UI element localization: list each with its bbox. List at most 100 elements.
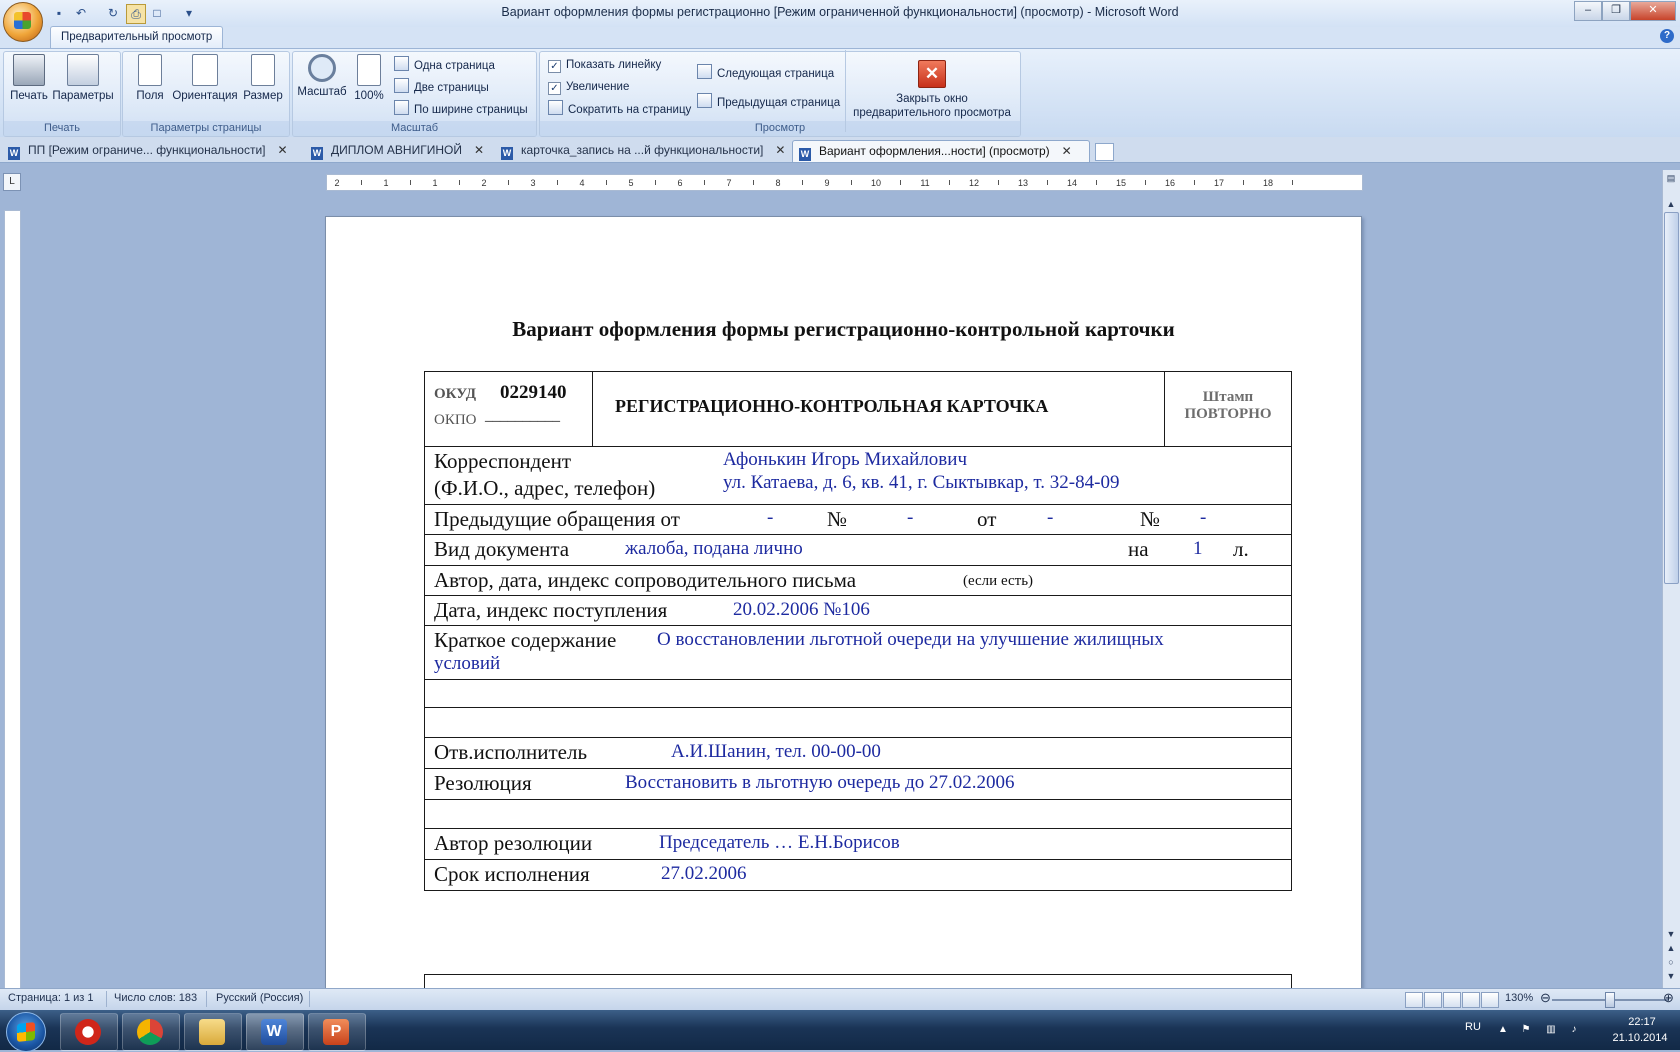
save-icon[interactable]: ▪ [50, 4, 68, 22]
clock-time[interactable]: 22:17 [1612, 1016, 1672, 1028]
margins-icon [138, 54, 162, 86]
browse-object-icon[interactable]: ○ [1665, 956, 1677, 968]
margins-button[interactable]: Поля [130, 54, 170, 102]
next-page-icon [697, 64, 712, 79]
start-button[interactable] [6, 1012, 46, 1052]
help-icon[interactable]: ? [1660, 29, 1674, 43]
minimize-button[interactable]: – [1574, 1, 1602, 21]
scroll-down-icon[interactable]: ▼ [1665, 928, 1677, 940]
new-document-icon[interactable]: □ [148, 4, 166, 22]
print-preview-icon[interactable]: ⎙ [126, 4, 146, 24]
ruler-number: 4 [579, 178, 584, 188]
explorer-taskbar-button[interactable] [184, 1013, 242, 1051]
network-icon[interactable]: ▥ [1545, 1024, 1557, 1035]
office-button[interactable] [3, 2, 43, 42]
opera-taskbar-button[interactable] [60, 1013, 118, 1051]
doc-tab-1[interactable]: W ПП [Режим ограниче... функциональности]… [2, 140, 304, 161]
print-layout-view-icon[interactable] [1405, 992, 1423, 1008]
prev-page-button[interactable]: Предыдущая страница [697, 93, 840, 111]
horizontal-ruler[interactable]: 2 1 1 2 3 4 5 6 7 8 9 10 11 12 13 14 15 16 17 18 [326, 174, 1363, 191]
zoom-slider-thumb[interactable] [1605, 992, 1615, 1008]
web-layout-icon[interactable] [1443, 992, 1461, 1008]
print-settings-icon [67, 54, 99, 86]
show-hidden-icons-icon[interactable]: ▲ [1497, 1024, 1509, 1035]
draft-view-icon[interactable] [1481, 992, 1499, 1008]
zoom-out-icon[interactable]: ⊖ [1540, 990, 1551, 1006]
prev-date-1: - [767, 507, 774, 528]
correspondent-name: Афонькин Игорь Михайлович [723, 449, 968, 470]
ruler-number: 3 [530, 178, 535, 188]
full-screen-reading-icon[interactable] [1424, 992, 1442, 1008]
doc-tab-4-active[interactable]: W Вариант оформления...ности] (просмотр) ✕ [792, 140, 1090, 162]
orientation-button[interactable]: Ориентация [170, 54, 240, 102]
margins-label: Поля [136, 90, 164, 102]
okpo-label: ОКПО [434, 412, 477, 428]
stamp-label: Штамп [1202, 389, 1254, 405]
close-tab-icon[interactable]: ✕ [474, 143, 484, 157]
language-status[interactable]: Русский (Россия) [216, 992, 303, 1004]
undo-icon[interactable]: ↶ [72, 4, 90, 22]
magnifier-checkbox[interactable]: ✓ Увеличение [548, 78, 629, 96]
ruler-number: 8 [775, 178, 780, 188]
volume-icon[interactable]: ♪ [1568, 1024, 1580, 1035]
clock-date[interactable]: 21.10.2014 [1600, 1032, 1680, 1044]
page-width-label: По ширине страницы [414, 104, 528, 116]
prev-page-nav-icon[interactable]: ▲ [1665, 942, 1677, 954]
print-params-button[interactable]: Параметры [52, 54, 114, 102]
zoom-button[interactable]: Масштаб [296, 54, 348, 98]
page-count-status[interactable]: Страница: 1 из 1 [8, 992, 94, 1004]
empty-row [425, 707, 1291, 737]
document-type-row: Вид документа жалоба, подана лично на 1 … [425, 534, 1291, 565]
close-window-button[interactable]: ✕ [1630, 1, 1676, 21]
prev-from-label: от [977, 507, 997, 531]
maximize-button[interactable]: ❐ [1602, 1, 1630, 21]
zoom-in-icon[interactable]: ⊕ [1663, 990, 1674, 1006]
ruler-number: 7 [726, 178, 731, 188]
scroll-up-icon[interactable]: ▲ [1665, 198, 1677, 210]
doc-tab-2[interactable]: W ДИПЛОМ АВНИГИНОЙ ✕ [305, 140, 496, 161]
close-tab-icon[interactable]: ✕ [278, 143, 288, 157]
new-tab-icon[interactable] [1095, 143, 1114, 161]
word-count-status[interactable]: Число слов: 183 [114, 992, 197, 1004]
redo-icon[interactable]: ↻ [104, 4, 122, 22]
one-page-icon [394, 56, 409, 71]
sheets-on-label: на [1128, 537, 1149, 561]
executor-value: А.И.Шанин, тел. 00-00-00 [671, 741, 881, 762]
folder-icon [199, 1019, 225, 1045]
show-ruler-checkbox[interactable]: ✓ Показать линейку [548, 56, 661, 74]
scrollbar-thumb[interactable] [1664, 212, 1679, 584]
print-params-label: Параметры [52, 90, 114, 102]
ribbon-tab-strip [0, 27, 1680, 49]
zoom-100-button[interactable]: 100% [352, 54, 386, 102]
ruler-number: 14 [1067, 178, 1077, 188]
word-taskbar-button[interactable]: W [246, 1013, 304, 1051]
ruler-toggle-icon[interactable]: ▤ [1665, 172, 1677, 184]
action-center-icon[interactable]: ⚑ [1520, 1024, 1532, 1035]
ruler-number: 5 [628, 178, 633, 188]
one-page-button[interactable]: Одна страница [394, 56, 495, 74]
close-preview-button[interactable]: ✕ Закрыть окно предварительного просмотр… [850, 60, 1014, 120]
customize-qat-icon[interactable]: ▾ [180, 4, 198, 22]
size-button[interactable]: Размер [241, 54, 285, 102]
shrink-one-page-button[interactable]: Сократить на страницу [548, 100, 691, 118]
tab-stop-selector[interactable]: L [3, 173, 21, 191]
chrome-taskbar-button[interactable] [122, 1013, 180, 1051]
tab-print-preview[interactable]: Предварительный просмотр [50, 26, 224, 48]
doc-tab-3[interactable]: Wкарточка_запись на ...й функциональност… [495, 140, 791, 161]
powerpoint-taskbar-button[interactable]: P [308, 1013, 366, 1051]
next-page-nav-icon[interactable]: ▼ [1665, 970, 1677, 982]
input-language[interactable]: RU [1465, 1021, 1481, 1033]
close-tab-icon[interactable]: ✕ [775, 143, 785, 157]
two-pages-label: Две страницы [414, 82, 489, 94]
outline-view-icon[interactable] [1462, 992, 1480, 1008]
one-page-label: Одна страница [414, 60, 495, 72]
vertical-ruler[interactable] [4, 210, 21, 992]
zoom-level[interactable]: 130% [1505, 992, 1533, 1004]
page-width-button[interactable]: По ширине страницы [394, 100, 528, 118]
next-page-button[interactable]: Следующая страница [697, 64, 834, 82]
print-button[interactable]: Печать [7, 54, 51, 102]
close-tab-icon[interactable]: ✕ [1062, 144, 1072, 158]
okud-label: ОКУД [434, 386, 477, 402]
two-pages-button[interactable]: Две страницы [394, 78, 489, 96]
chrome-icon [137, 1019, 163, 1045]
